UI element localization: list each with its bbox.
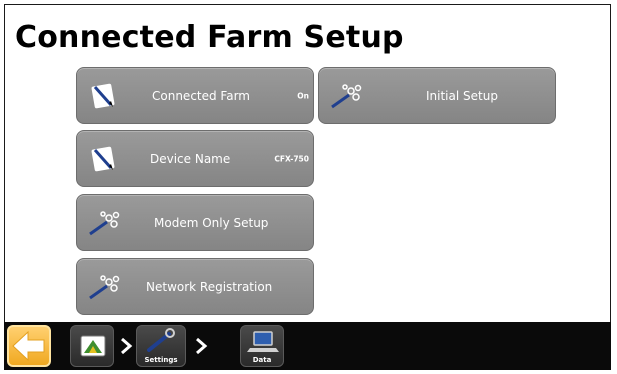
device-name-value: CFX-750 [274,154,309,163]
back-arrow-icon [12,330,45,362]
network-registration-label: Network Registration [146,279,273,294]
chevron-right-icon [121,337,133,355]
connected-farm-label: Connected Farm [152,88,250,103]
crumb-data[interactable]: Data [240,325,284,367]
connected-farm-value: On [297,91,309,100]
wrench-icon [147,328,175,352]
wand-sparkle-icon [331,83,362,108]
field-screen-icon [80,335,106,357]
device-name-button[interactable]: Device Name CFX-750 [76,130,314,187]
notepad-pencil-icon [91,83,115,108]
device-name-label: Device Name [150,151,231,166]
crumb-run-screen[interactable] [70,325,114,367]
laptop-icon [247,331,279,352]
back-button[interactable] [7,325,51,367]
wand-sparkle-icon [89,210,120,235]
initial-setup-label: Initial Setup [426,88,498,103]
modem-only-setup-label: Modem Only Setup [154,215,269,230]
initial-setup-button[interactable]: Initial Setup [318,67,556,124]
crumb-data-label: Data [252,356,272,364]
connected-farm-button[interactable]: Connected Farm On [76,67,314,124]
chevron-right-icon [196,337,208,355]
network-registration-button[interactable]: Network Registration [76,258,314,315]
page-title: Connected Farm Setup [15,20,404,55]
notepad-pencil-icon [91,146,115,171]
crumb-settings-label: Settings [144,356,178,364]
app-frame: Connected Farm Setup Connected Farm On I… [4,4,611,370]
wand-sparkle-icon [89,274,120,299]
modem-only-setup-button[interactable]: Modem Only Setup [76,194,314,251]
bottom-nav-bar: Settings Data [4,322,611,370]
crumb-settings[interactable]: Settings [136,325,186,367]
